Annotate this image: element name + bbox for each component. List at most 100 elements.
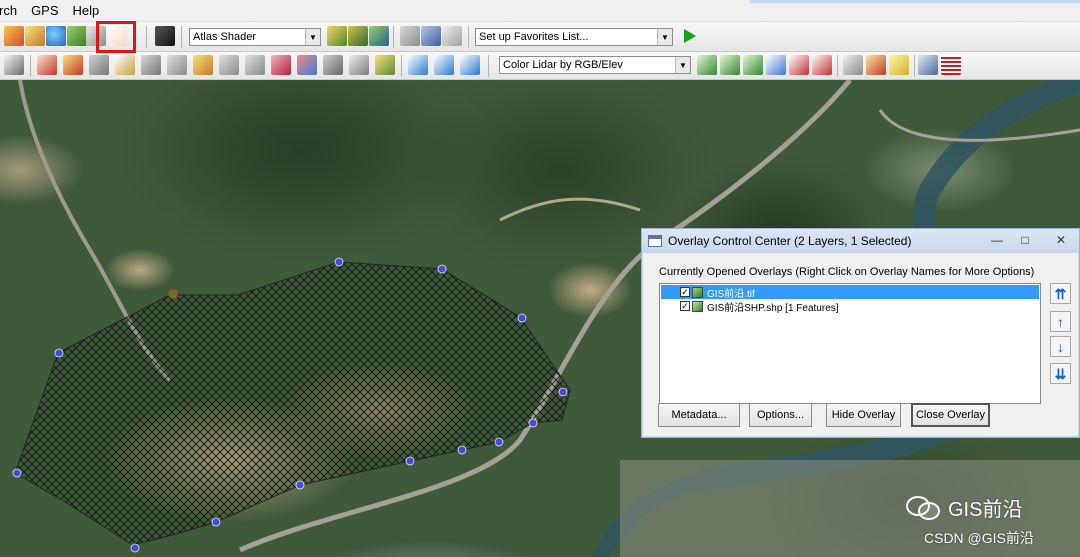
rotate-icon[interactable] <box>141 55 161 75</box>
contour-icon[interactable] <box>369 26 389 46</box>
toolbar-separator <box>468 26 469 48</box>
area-edit-icon[interactable] <box>193 55 213 75</box>
shaded-relief-icon[interactable] <box>348 26 368 46</box>
shader-select-value: Atlas Shader <box>193 31 256 43</box>
overlay-control-center-dialog: Overlay Control Center (2 Layers, 1 Sele… <box>641 228 1080 438</box>
wechat-logo-icon <box>906 492 940 520</box>
vertex-marker <box>12 468 22 478</box>
lidar-return-icon[interactable] <box>460 55 480 75</box>
move-top-icon: ⇈ <box>1054 285 1067 302</box>
lidar-lv-icon[interactable] <box>697 55 717 75</box>
favorites-select-value: Set up Favorites List... <box>479 31 589 43</box>
toolbar-separator <box>837 55 838 77</box>
selected-vertex-marker <box>168 289 178 299</box>
favorites-select[interactable]: Set up Favorites List... ▼ <box>475 28 673 46</box>
join-icon[interactable] <box>245 55 265 75</box>
shader-options-icon[interactable] <box>327 26 347 46</box>
window-icon <box>648 235 662 247</box>
maximize-icon[interactable]: □ <box>1014 232 1036 248</box>
options-button[interactable]: Options... <box>749 403 812 427</box>
dialog-titlebar[interactable]: Overlay Control Center (2 Layers, 1 Sele… <box>642 229 1079 253</box>
title-accent-strip <box>750 0 1080 3</box>
toolbar-separator <box>914 55 915 77</box>
toolbar-separator <box>181 26 182 48</box>
image-icon[interactable] <box>67 26 87 46</box>
move-down-button[interactable]: ↓ <box>1050 336 1071 357</box>
lidar-intensity-icon[interactable] <box>789 55 809 75</box>
hide-overlay-button[interactable]: Hide Overlay <box>826 403 901 427</box>
raster-layer-icon <box>692 286 703 298</box>
car-icon[interactable] <box>89 55 109 75</box>
shader-select[interactable]: Atlas Shader ▼ <box>189 28 321 46</box>
move-up-button[interactable]: ↑ <box>1050 311 1071 332</box>
move-down-icon: ↓ <box>1057 338 1064 355</box>
vertex-marker <box>528 418 538 428</box>
create-area-icon[interactable] <box>63 55 83 75</box>
lidar-class-icon[interactable] <box>766 55 786 75</box>
feature-info-icon[interactable] <box>349 55 369 75</box>
lidar-color-select[interactable]: Color Lidar by RGB/Elev ▼ <box>499 56 691 74</box>
menu-gps[interactable]: GPS <box>31 3 58 18</box>
close-overlay-button[interactable]: Close Overlay <box>911 403 990 427</box>
measure-icon[interactable] <box>400 26 420 46</box>
grid-points-icon[interactable] <box>271 55 291 75</box>
edit-vertex-icon[interactable] <box>4 55 24 75</box>
play-icon[interactable] <box>684 29 696 43</box>
note-icon[interactable] <box>889 55 909 75</box>
vertex-marker <box>405 456 415 466</box>
minimize-icon[interactable]: — <box>986 232 1008 248</box>
toolbar-separator <box>401 55 402 77</box>
vertex-marker <box>494 437 504 447</box>
3d-view-icon[interactable] <box>421 26 441 46</box>
brush-icon[interactable] <box>323 55 343 75</box>
lidar-up-icon[interactable] <box>434 55 454 75</box>
map-catalog-icon[interactable] <box>25 26 45 46</box>
global-mapper-window: rch GPS Help Atlas Shader ▼ Set up Favor… <box>0 0 1080 557</box>
vertex-marker <box>334 257 344 267</box>
watermark-source: CSDN @GIS前沿 <box>924 530 1034 546</box>
move-up-icon: ↑ <box>1057 313 1064 330</box>
close-icon[interactable]: ✕ <box>1050 232 1072 248</box>
grid-icon[interactable] <box>941 55 961 75</box>
move-bottom-button[interactable]: ⇊ <box>1050 363 1071 384</box>
lidar-ae-icon[interactable] <box>866 55 886 75</box>
compass-icon[interactable] <box>918 55 938 75</box>
lidar-w-icon[interactable] <box>743 55 763 75</box>
globe-icon[interactable] <box>46 26 66 46</box>
lidar-filter-icon[interactable] <box>812 55 832 75</box>
layer-visibility-checkbox[interactable]: ✓ <box>680 301 690 311</box>
menu-help[interactable]: Help <box>73 3 100 18</box>
menu-bar: rch GPS Help <box>0 0 1080 22</box>
metadata-button[interactable]: Metadata... <box>658 403 740 427</box>
toolbar-main: Atlas Shader ▼ Set up Favorites List... … <box>0 22 1080 52</box>
menu-search[interactable]: rch <box>0 3 17 18</box>
overlay-list-item[interactable]: ✓ GIS前沿SHP.shp [1 Features] <box>661 299 1039 314</box>
lidar-ag-icon[interactable] <box>843 55 863 75</box>
color-grid-icon[interactable] <box>297 55 317 75</box>
move-top-button[interactable]: ⇈ <box>1050 283 1071 304</box>
undo-icon[interactable] <box>4 26 24 46</box>
create-point-icon[interactable] <box>115 55 135 75</box>
move-feature-icon[interactable] <box>167 55 187 75</box>
split-icon[interactable] <box>219 55 239 75</box>
overlay-list[interactable]: ✓ GIS前沿.tif ✓ GIS前沿SHP.shp [1 Features] <box>659 283 1041 404</box>
layer-visibility-checkbox[interactable]: ✓ <box>680 287 690 297</box>
watermark-title: GIS前沿 <box>948 499 1023 521</box>
lidar-m-icon[interactable] <box>720 55 740 75</box>
create-line-icon[interactable] <box>37 55 57 75</box>
vertex-marker <box>211 517 221 527</box>
aoi-polygon <box>14 261 571 546</box>
vertex-marker <box>457 445 467 455</box>
lidar-edit-icon[interactable] <box>408 55 428 75</box>
vertex-marker <box>517 313 527 323</box>
lidar-color-select-value: Color Lidar by RGB/Elev <box>503 59 623 71</box>
layer-name: GIS前沿.tif <box>707 288 755 300</box>
vector-layer-icon <box>692 300 703 312</box>
overlay-list-item[interactable]: ✓ GIS前沿.tif <box>661 285 1039 300</box>
binoculars-icon[interactable] <box>155 26 175 46</box>
dialog-title: Overlay Control Center (2 Layers, 1 Sele… <box>668 234 912 248</box>
layer-name: GIS前沿SHP.shp [1 Features] <box>707 302 839 314</box>
buffer-icon[interactable] <box>375 55 395 75</box>
chevron-down-icon: ▼ <box>675 57 690 73</box>
path-profile-icon[interactable] <box>442 26 462 46</box>
